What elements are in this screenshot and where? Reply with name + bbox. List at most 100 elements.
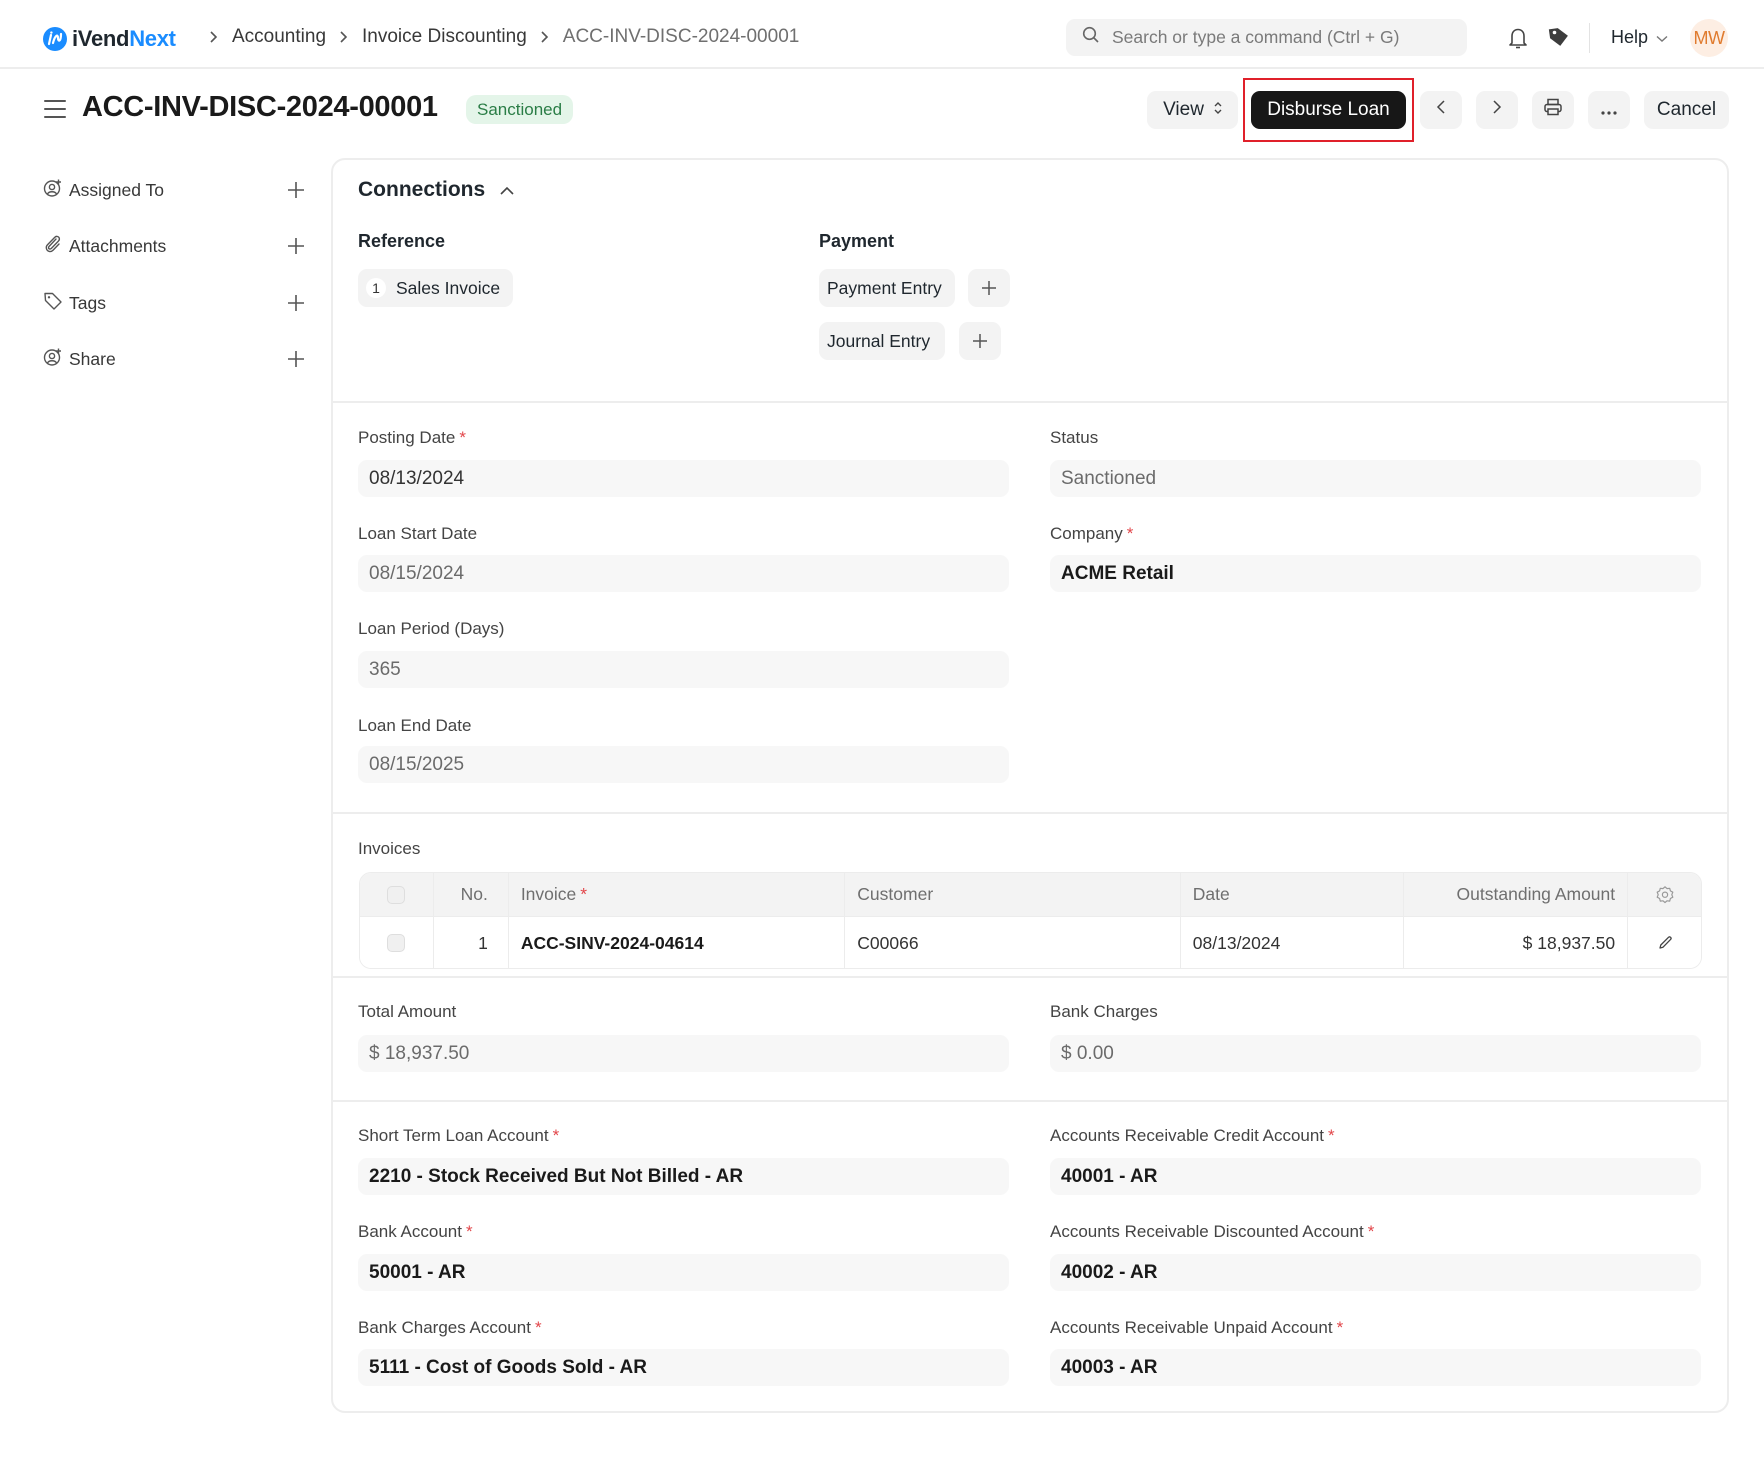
printer-icon <box>1543 98 1563 122</box>
sidebar-item-label: Attachments <box>69 235 167 256</box>
short-term-loan-account-input[interactable]: 2210 - Stock Received But Not Billed - A… <box>358 1158 1009 1195</box>
table-header: No. Invoice * Customer Date Outstanding A… <box>360 873 1701 917</box>
connections-title: Connections <box>358 178 486 201</box>
search-icon <box>1082 26 1100 49</box>
date-cell[interactable]: 08/13/2024 <box>1181 917 1405 968</box>
sidebar-item-label: Assigned To <box>69 179 165 200</box>
help-menu[interactable]: Help <box>1611 27 1668 48</box>
add-assignee-plus-icon[interactable] <box>283 177 309 203</box>
tag-outline-icon <box>43 291 63 316</box>
breadcrumb-accounting[interactable]: Accounting <box>232 26 326 48</box>
column-header-invoice: Invoice * <box>509 873 846 916</box>
bank-account-label: Bank Account * <box>358 1222 473 1241</box>
menu-toggle-icon[interactable] <box>44 100 66 118</box>
share-user-icon <box>43 347 63 372</box>
row-checkbox[interactable] <box>387 934 406 952</box>
ar-credit-account-label: Accounts Receivable Credit Account * <box>1050 1126 1335 1145</box>
chevron-left-icon <box>1436 99 1446 121</box>
column-header-no: No. <box>434 873 509 916</box>
sidebar-item-label: Share <box>69 348 116 369</box>
invoices-table: No. Invoice * Customer Date Outstanding A… <box>359 872 1702 969</box>
chevron-right-icon <box>208 30 218 44</box>
chevron-right-icon <box>539 30 549 44</box>
ar-credit-account-input[interactable]: 40001 - AR <box>1050 1158 1701 1195</box>
ar-unpaid-account-label: Accounts Receivable Unpaid Account * <box>1050 1318 1344 1337</box>
disburse-loan-button[interactable]: Disburse Loan <box>1251 91 1406 129</box>
sidebar-item-attachments[interactable]: Attachments <box>43 233 304 259</box>
add-tag-plus-icon[interactable] <box>283 290 309 316</box>
reference-group-label: Reference <box>358 231 446 251</box>
loan-end-date-input[interactable]: 08/15/2025 <box>358 746 1009 783</box>
section-divider <box>333 976 1727 978</box>
status-field: Sanctioned <box>1050 460 1701 497</box>
sidebar-item-tags[interactable]: Tags <box>43 290 304 316</box>
invoice-cell[interactable]: ACC-SINV-2024-04614 <box>509 917 846 968</box>
next-button[interactable] <box>1476 91 1518 129</box>
select-all-checkbox[interactable] <box>387 885 406 904</box>
previous-button[interactable] <box>1420 91 1462 129</box>
add-journal-entry-button[interactable] <box>959 322 1001 360</box>
payment-entry-link[interactable]: Payment Entry <box>819 269 955 307</box>
tag-icon[interactable] <box>1546 24 1572 50</box>
user-add-icon <box>43 178 63 203</box>
column-settings-button[interactable] <box>1628 873 1701 916</box>
section-divider <box>333 812 1727 814</box>
chip-label: Payment Entry <box>827 277 942 298</box>
search-bar[interactable] <box>1066 19 1467 56</box>
row-select-cell <box>360 917 434 968</box>
loan-start-date-input[interactable]: 08/15/2024 <box>358 555 1009 592</box>
form-card: Connections Reference Payment 1 Sales In… <box>331 158 1729 1413</box>
breadcrumb-invoice-discounting[interactable]: Invoice Discounting <box>362 26 527 48</box>
sales-invoice-link[interactable]: 1 Sales Invoice <box>358 269 513 307</box>
bank-account-input[interactable]: 50001 - AR <box>358 1254 1009 1291</box>
paperclip-icon <box>43 234 63 259</box>
print-button[interactable] <box>1532 91 1574 129</box>
edit-row-button[interactable] <box>1628 917 1701 968</box>
table-row[interactable]: 1 ACC-SINV-2024-04614 C00066 08/13/2024 … <box>360 917 1701 968</box>
bank-charges-account-input[interactable]: 5111 - Cost of Goods Sold - AR <box>358 1349 1009 1386</box>
top-navbar: iVendNext Accounting Invoice Discounting… <box>0 0 1764 69</box>
loan-period-input[interactable]: 365 <box>358 651 1009 688</box>
connections-header[interactable]: Connections <box>358 178 515 202</box>
column-header-customer: Customer <box>845 873 1181 916</box>
sidebar-item-share[interactable]: Share <box>43 346 304 372</box>
ar-discounted-account-label: Accounts Receivable Discounted Account * <box>1050 1222 1375 1241</box>
section-divider <box>333 1100 1727 1102</box>
cancel-button[interactable]: Cancel <box>1644 91 1729 129</box>
bank-charges-label: Bank Charges <box>1050 1002 1158 1021</box>
outstanding-amount-cell[interactable]: $ 18,937.50 <box>1404 917 1629 968</box>
add-share-plus-icon[interactable] <box>283 346 309 372</box>
section-divider <box>333 401 1727 403</box>
nav-divider <box>1589 23 1590 53</box>
ar-unpaid-account-input[interactable]: 40003 - AR <box>1050 1349 1701 1386</box>
sidebar-item-assigned-to[interactable]: Assigned To <box>43 177 304 203</box>
breadcrumb: Accounting Invoice Discounting ACC-INV-D… <box>196 26 799 48</box>
posting-date-input[interactable]: 08/13/2024 <box>358 460 1009 497</box>
add-attachment-plus-icon[interactable] <box>283 233 309 259</box>
bank-charges-account-label: Bank Charges Account * <box>358 1318 542 1337</box>
sidebar-item-label: Tags <box>69 292 106 313</box>
chevron-right-icon <box>338 30 348 44</box>
bank-charges-input[interactable]: $ 0.00 <box>1050 1035 1701 1072</box>
user-avatar[interactable]: MW <box>1690 19 1728 57</box>
journal-entry-link[interactable]: Journal Entry <box>819 322 945 360</box>
search-input[interactable] <box>1112 27 1432 48</box>
sales-invoice-count: 1 <box>366 278 386 298</box>
help-label: Help <box>1611 27 1649 47</box>
loan-end-date-label: Loan End Date <box>358 716 472 735</box>
company-input[interactable]: ACME Retail <box>1050 555 1701 592</box>
ar-discounted-account-input[interactable]: 40002 - AR <box>1050 1254 1701 1291</box>
bell-icon[interactable] <box>1505 25 1531 51</box>
payment-group-label: Payment <box>819 231 895 251</box>
ellipsis-icon <box>1601 99 1617 121</box>
add-payment-entry-button[interactable] <box>968 269 1010 307</box>
short-term-loan-account-label: Short Term Loan Account * <box>358 1126 560 1145</box>
chevron-right-icon <box>1492 99 1502 121</box>
customer-cell[interactable]: C00066 <box>845 917 1181 968</box>
app-logo[interactable]: iVendNext <box>43 26 176 52</box>
more-actions-button[interactable] <box>1588 91 1630 129</box>
chevron-up-icon <box>499 178 515 202</box>
plus-icon <box>982 281 996 295</box>
view-button[interactable]: View <box>1147 91 1238 129</box>
chip-label: Sales Invoice <box>396 277 501 298</box>
